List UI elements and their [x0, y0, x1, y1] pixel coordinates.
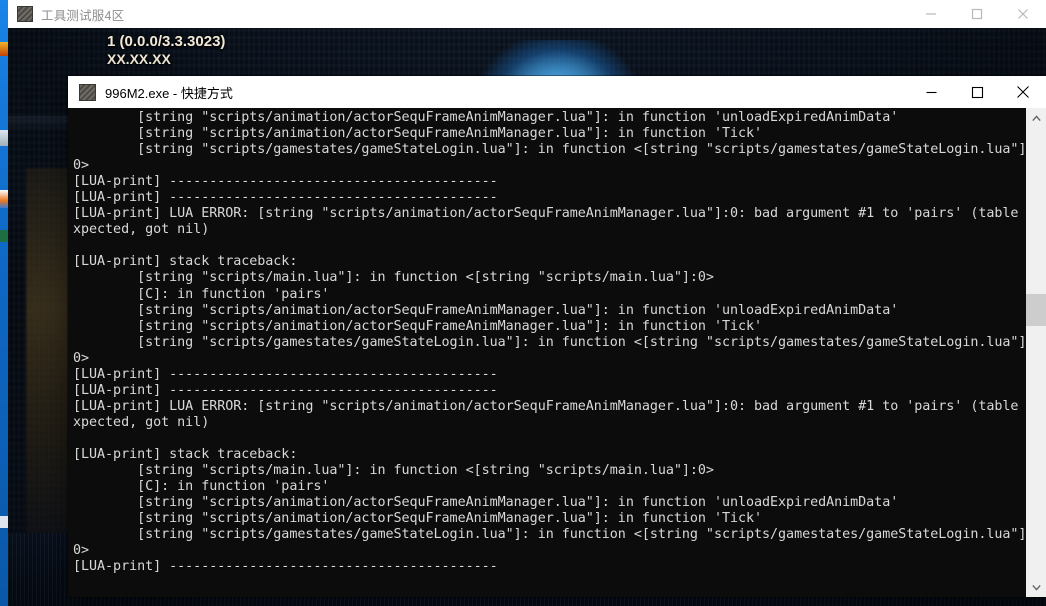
game-app-icon	[17, 6, 33, 22]
console-close-button[interactable]	[1000, 76, 1046, 108]
console-titlebar[interactable]: 996M2.exe - 快捷方式	[68, 76, 1046, 108]
game-hud-overlay: 1 (0.0.0/3.3.3023) XX.XX.XX	[107, 32, 225, 69]
game-close-button[interactable]	[1000, 0, 1046, 28]
game-maximize-button[interactable]	[954, 0, 1000, 28]
game-window-titlebar[interactable]: 工具测试服4区	[8, 0, 1046, 28]
scrollbar-track-above[interactable]	[1026, 128, 1046, 294]
console-output-area[interactable]: [string "scripts/animation/actorSequFram…	[68, 108, 1046, 597]
console-output-text: [string "scripts/animation/actorSequFram…	[73, 110, 1035, 575]
scrollbar-thumb[interactable]	[1026, 294, 1046, 326]
scrollbar-track-below[interactable]	[1026, 326, 1046, 577]
game-minimize-button[interactable]	[908, 0, 954, 28]
hud-ip-text: XX.XX.XX	[107, 51, 171, 68]
console-minimize-button[interactable]	[908, 76, 954, 108]
console-app-icon	[79, 83, 96, 101]
console-scrollbar[interactable]	[1026, 108, 1046, 597]
console-maximize-button[interactable]	[954, 76, 1000, 108]
hud-version-text: 1 (0.0.0/3.3.3023)	[107, 33, 226, 50]
console-window-title: 996M2.exe - 快捷方式	[105, 85, 233, 101]
scrollbar-up-arrow-button[interactable]	[1026, 108, 1046, 128]
console-window: 996M2.exe - 快捷方式 [string "scripts/animat…	[68, 76, 1046, 597]
game-window-title: 工具测试服4区	[41, 8, 125, 23]
scrollbar-down-arrow-button[interactable]	[1026, 577, 1046, 597]
